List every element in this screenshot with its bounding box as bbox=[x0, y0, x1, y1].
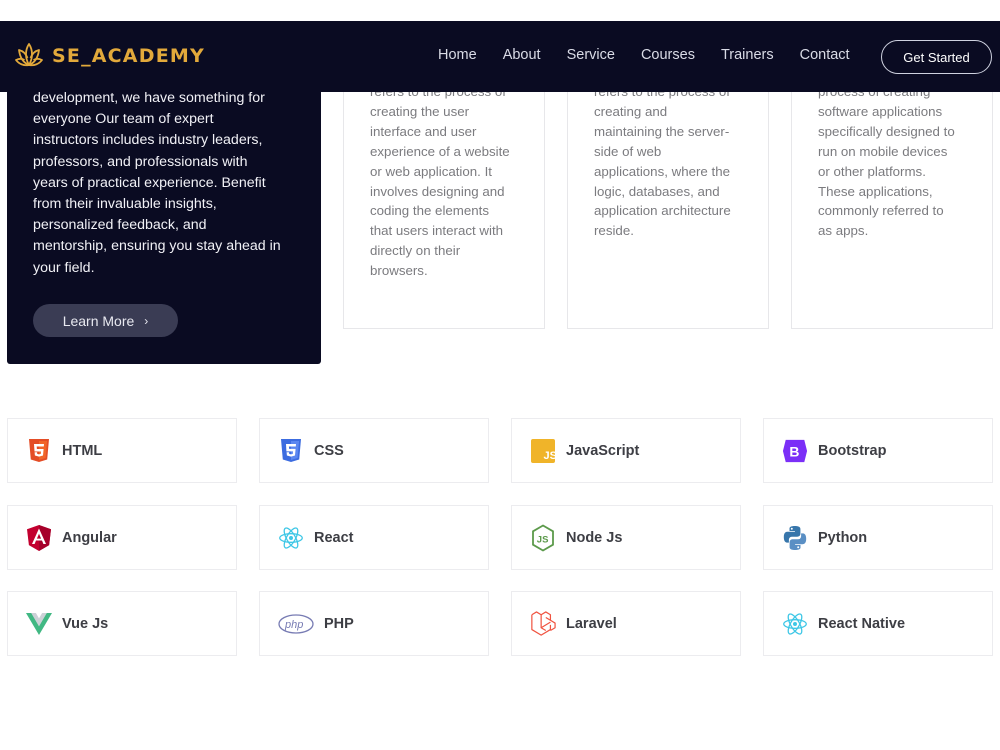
service-line: involves designing and bbox=[370, 183, 505, 199]
top-strip bbox=[0, 0, 1000, 21]
tech-card-nodejs[interactable]: JS Node Js bbox=[511, 505, 741, 570]
vue-icon bbox=[26, 611, 52, 637]
service-description: refers to the process of creating the us… bbox=[370, 82, 526, 281]
tech-card-html[interactable]: HTML bbox=[7, 418, 237, 483]
tech-card-bootstrap[interactable]: B Bootstrap bbox=[763, 418, 993, 483]
learn-more-label: Learn More bbox=[62, 312, 135, 329]
python-icon bbox=[782, 525, 808, 551]
tech-card-javascript[interactable]: JS JavaScript bbox=[511, 418, 741, 483]
service-line: reside. bbox=[594, 223, 634, 239]
service-description: refers to the process of creating and ma… bbox=[594, 82, 750, 241]
tech-card-angular[interactable]: Angular bbox=[7, 505, 237, 570]
intro-card: development, we have something for every… bbox=[7, 60, 321, 364]
tech-card-python[interactable]: Python bbox=[763, 505, 993, 570]
service-line: application architecture bbox=[594, 203, 731, 219]
nav-link-contact[interactable]: Contact bbox=[800, 47, 850, 63]
nav-link-home[interactable]: Home bbox=[438, 47, 477, 63]
react-native-icon bbox=[782, 611, 808, 637]
service-line: creating the user bbox=[370, 103, 470, 119]
tech-label: React bbox=[314, 529, 354, 546]
tech-label: CSS bbox=[314, 442, 344, 459]
tech-label: Vue Js bbox=[62, 615, 109, 632]
nodejs-icon: JS bbox=[530, 523, 556, 552]
tech-card-laravel[interactable]: Laravel bbox=[511, 591, 741, 656]
tech-label: JavaScript bbox=[566, 442, 640, 459]
chevron-right-icon: › bbox=[144, 313, 149, 328]
tech-label: Node Js bbox=[566, 529, 623, 546]
brand[interactable]: SE_ACADEMY bbox=[14, 41, 205, 71]
tech-card-react[interactable]: React bbox=[259, 505, 489, 570]
service-line: applications, where the bbox=[594, 163, 731, 179]
tech-card-vue[interactable]: Vue Js bbox=[7, 591, 237, 656]
service-line: directly on their bbox=[370, 243, 461, 259]
navbar: SE_ACADEMY Home About Service Courses Tr… bbox=[0, 21, 1000, 92]
svg-text:JS: JS bbox=[544, 450, 556, 462]
service-card-frontend: refers to the process of creating the us… bbox=[343, 60, 545, 329]
service-line: run on mobile devices bbox=[818, 143, 948, 159]
service-line: maintaining the server- bbox=[594, 123, 730, 139]
service-line: as apps. bbox=[818, 223, 869, 239]
react-icon bbox=[278, 525, 304, 551]
service-line: logic, databases, and bbox=[594, 183, 720, 199]
laravel-icon bbox=[530, 610, 556, 637]
html5-icon bbox=[26, 438, 52, 464]
service-line: or other platforms. bbox=[818, 163, 926, 179]
learn-more-button[interactable]: Learn More › bbox=[33, 304, 178, 337]
tech-label: Bootstrap bbox=[818, 442, 887, 459]
service-line: browsers. bbox=[370, 263, 428, 279]
service-card-backend: refers to the process of creating and ma… bbox=[567, 60, 769, 329]
service-line: interface and user bbox=[370, 123, 477, 139]
service-line: that users interact with bbox=[370, 223, 504, 239]
tech-label: PHP bbox=[324, 615, 354, 632]
css3-icon bbox=[278, 438, 304, 464]
service-line: creating and bbox=[594, 103, 668, 119]
tech-label: React Native bbox=[818, 615, 906, 632]
intro-line: professors, and professionals with bbox=[33, 153, 248, 170]
service-card-mobile: process of creating software application… bbox=[791, 60, 993, 329]
nav-link-about[interactable]: About bbox=[503, 47, 541, 63]
svg-text:B: B bbox=[789, 443, 799, 459]
tech-label: Angular bbox=[62, 529, 117, 546]
brand-name: SE_ACADEMY bbox=[52, 45, 205, 67]
javascript-icon: JS bbox=[530, 438, 556, 464]
bootstrap-icon: B bbox=[782, 438, 808, 464]
angular-icon bbox=[26, 524, 52, 551]
svg-text:php: php bbox=[284, 619, 303, 631]
intro-line: mentorship, ensuring you stay ahead in bbox=[33, 238, 281, 255]
svg-text:JS: JS bbox=[537, 534, 549, 545]
service-line: specifically designed to bbox=[818, 123, 955, 139]
service-line: side of web bbox=[594, 143, 662, 159]
nav-links: Home About Service Courses Trainers Cont… bbox=[438, 47, 850, 63]
tech-label: Python bbox=[818, 529, 868, 546]
service-line: These applications, bbox=[818, 183, 933, 199]
lotus-icon bbox=[15, 43, 43, 67]
get-started-button[interactable]: Get Started bbox=[881, 40, 992, 74]
tech-label: HTML bbox=[62, 442, 103, 459]
service-line: experience of a website bbox=[370, 143, 510, 159]
service-line: software applications bbox=[818, 103, 943, 119]
tech-label: Laravel bbox=[566, 615, 617, 632]
tech-card-php[interactable]: php PHP bbox=[259, 591, 489, 656]
tech-card-react-native[interactable]: React Native bbox=[763, 591, 993, 656]
intro-line: instructors includes industry leaders, bbox=[33, 132, 263, 149]
intro-line: years of practical experience. Benefit bbox=[33, 174, 266, 191]
service-line: commonly referred to bbox=[818, 203, 944, 219]
php-icon: php bbox=[278, 611, 314, 637]
tech-card-css[interactable]: CSS bbox=[259, 418, 489, 483]
intro-line: your field. bbox=[33, 259, 95, 276]
nav-link-trainers[interactable]: Trainers bbox=[721, 47, 774, 63]
intro-line: personalized feedback, and bbox=[33, 217, 207, 234]
nav-link-service[interactable]: Service bbox=[567, 47, 615, 63]
service-description: process of creating software application… bbox=[818, 82, 974, 241]
nav-link-courses[interactable]: Courses bbox=[641, 47, 695, 63]
intro-line: everyone Our team of expert bbox=[33, 111, 214, 128]
intro-text: development, we have something for every… bbox=[33, 88, 295, 279]
service-line: coding the elements bbox=[370, 203, 490, 219]
intro-line: from their invaluable insights, bbox=[33, 196, 217, 213]
service-line: or web application. It bbox=[370, 163, 492, 179]
